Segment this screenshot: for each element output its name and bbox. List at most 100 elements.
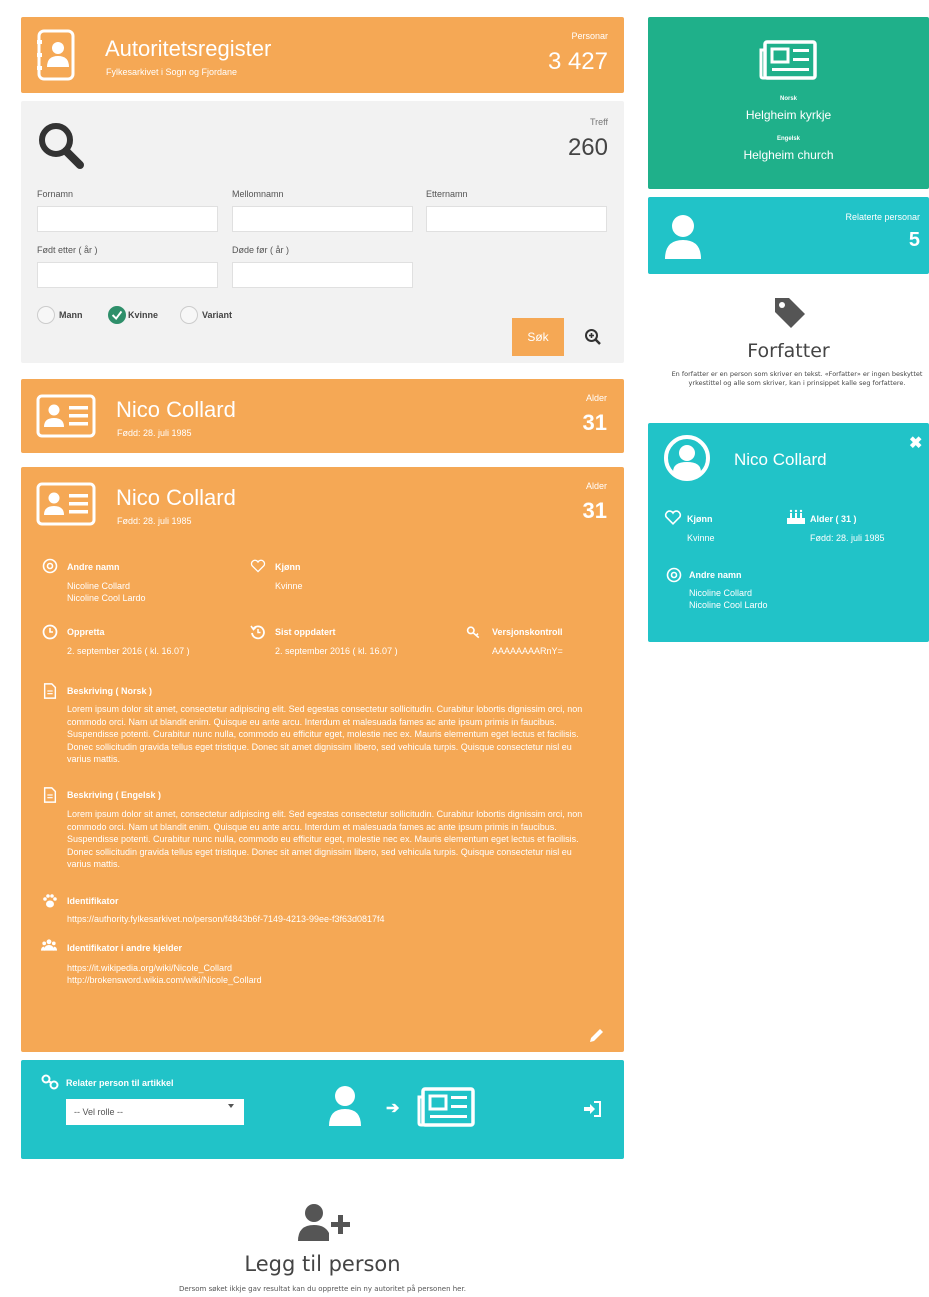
related-persons-label: Relaterte personar <box>845 212 920 222</box>
heart-icon <box>664 510 682 525</box>
beskriving-norsk-text: Lorem ipsum dolor sit amet, consectetur … <box>67 704 583 764</box>
identifikator-link[interactable]: https://authority.fylkesarkivet.no/perso… <box>67 913 385 925</box>
kjonn-label: Kjønn <box>275 562 301 572</box>
document-icon <box>43 683 57 699</box>
age-label: Alder <box>585 481 607 491</box>
id-card-icon <box>36 482 96 526</box>
article-card: Norsk Helgheim kyrkje Engelsk Helgheim c… <box>648 17 929 189</box>
role-title: Forfatter <box>747 340 830 362</box>
person-summary-card[interactable]: Nico Collard Fødd: 28. juli 1985 Alder 3… <box>21 379 624 453</box>
chevron-down-icon <box>228 1104 234 1108</box>
person-born: Fødd: 28. juli 1985 <box>117 516 192 526</box>
andre-kjelder-label: Identifikator i andre kjelder <box>67 943 183 953</box>
fodt-etter-input[interactable] <box>37 262 218 288</box>
authority-alder-value: Fødd: 28. juli 1985 <box>810 533 885 543</box>
authority-andre-namn-label: Andre namn <box>689 570 742 580</box>
user-icon <box>665 215 701 259</box>
related-persons-value: 5 <box>908 229 920 251</box>
oppdatert-label: Sist oppdatert <box>275 627 336 637</box>
close-icon[interactable]: ✖ <box>909 433 922 453</box>
andre-kjelder-link-1[interactable]: https://it.wikipedia.org/wiki/Nicole_Col… <box>67 962 232 974</box>
birthday-cake-icon <box>787 509 805 524</box>
related-persons-card[interactable]: Relaterte personar 5 <box>648 197 929 274</box>
user-circle-icon <box>664 435 710 481</box>
mellomnamn-input[interactable] <box>232 206 413 232</box>
oppretta-label: Oppretta <box>67 627 105 637</box>
relate-panel: Relater person til artikkel -- Vel rolle… <box>21 1060 624 1159</box>
role-description: En forfatter er en person som skriver en… <box>671 370 923 387</box>
user-icon <box>329 1086 361 1126</box>
beskriving-engelsk-label: Beskriving ( Engelsk ) <box>67 790 162 800</box>
versjon-value: AAAAAAAARnY= <box>492 646 563 656</box>
app-subtitle: Fylkesarkivet i Sogn og Fjordane <box>106 67 238 77</box>
gender-kvinne-radio[interactable] <box>108 306 126 324</box>
heart-icon <box>250 559 266 573</box>
kjonn-value: Kvinne <box>275 581 303 591</box>
identifikator-label: Identifikator <box>67 896 119 906</box>
document-icon <box>43 787 57 803</box>
authority-andre-namn-1: Nicoline Collard <box>689 588 753 598</box>
arrow-right-icon: ➔ <box>386 1100 400 1117</box>
person-name: Nico Collard <box>116 397 236 422</box>
authority-name: Nico Collard <box>734 450 827 469</box>
oppretta-value: 2. september 2016 ( kl. 16.07 ) <box>67 646 190 656</box>
add-person-text: Dersom søket ikkje gav resultat kan du o… <box>179 1285 466 1293</box>
link-icon <box>41 1074 59 1090</box>
app-header: Autoritetsregister Fylkesarkivet i Sogn … <box>21 17 624 93</box>
key-icon <box>466 626 480 639</box>
authority-andre-namn-2: Nicoline Cool Lardo <box>689 600 768 610</box>
authority-kjonn-value: Kvinne <box>687 533 715 543</box>
id-card-icon <box>36 394 96 438</box>
authority-card: Nico Collard ✖ Kjønn Kvinne Alder ( 31 )… <box>648 423 929 642</box>
article-norsk-label: Norsk <box>779 96 797 102</box>
pencil-icon[interactable] <box>587 1027 605 1045</box>
fornamn-input[interactable] <box>37 206 218 232</box>
gender-variant-label: Variant <box>202 310 233 320</box>
relate-title: Relater person til artikkel <box>66 1078 174 1088</box>
andre-namn-label: Andre namn <box>67 562 120 572</box>
clock-icon <box>42 624 58 640</box>
fornamn-label: Fornamn <box>37 189 74 199</box>
zoom-in-icon[interactable] <box>584 328 602 346</box>
article-engelsk-label: Engelsk <box>776 136 800 142</box>
dode-for-label: Døde før ( år ) <box>232 245 290 255</box>
andre-namn-1: Nicoline Collard <box>67 581 131 591</box>
gender-mann-label: Mann <box>59 310 83 320</box>
newspaper-icon <box>759 40 817 80</box>
add-user-icon[interactable] <box>297 1203 351 1243</box>
versjon-label: Versjonskontroll <box>492 627 563 637</box>
users-icon <box>41 939 57 951</box>
gender-mann-radio[interactable] <box>37 306 55 324</box>
person-count-label: Personar <box>571 31 608 41</box>
person-detail-card: Nico Collard Fødd: 28. juli 1985 Alder 3… <box>21 467 624 1052</box>
age-label: Alder <box>585 393 607 403</box>
age-value: 31 <box>582 410 607 435</box>
app-title: Autoritetsregister <box>105 36 272 61</box>
newspaper-icon <box>417 1087 475 1127</box>
role-select[interactable]: -- Vel rolle -- <box>66 1099 244 1125</box>
search-panel: Treff 260 Fornamn Mellomnamn Etternamn F… <box>21 101 624 363</box>
beskriving-norsk-label: Beskriving ( Norsk ) <box>67 686 153 696</box>
add-person-title[interactable]: Legg til person <box>21 1252 624 1276</box>
search-icon <box>39 123 84 169</box>
tag-icon <box>775 298 805 328</box>
dode-for-input[interactable] <box>232 262 413 288</box>
andre-kjelder-link-2[interactable]: http://brokensword.wikia.com/wiki/Nicole… <box>67 974 262 986</box>
mellomnamn-label: Mellomnamn <box>232 189 284 199</box>
at-sign-icon <box>666 567 682 583</box>
etternamn-input[interactable] <box>426 206 607 232</box>
hits-value: 260 <box>567 134 608 161</box>
search-button[interactable]: Søk <box>512 318 564 356</box>
etternamn-label: Etternamn <box>426 189 468 199</box>
hits-label: Treff <box>589 117 608 127</box>
article-norsk-title: Helgheim kyrkje <box>745 108 832 122</box>
authority-alder-label: Alder ( 31 ) <box>810 514 857 524</box>
fodt-etter-label: Født etter ( år ) <box>37 245 98 255</box>
gender-variant-radio[interactable] <box>180 306 198 324</box>
age-value: 31 <box>582 498 607 523</box>
paw-icon <box>43 894 57 908</box>
history-icon <box>250 625 265 640</box>
sign-in-icon[interactable] <box>584 1101 601 1117</box>
authority-kjonn-label: Kjønn <box>687 514 713 524</box>
gender-kvinne-label: Kvinne <box>128 310 159 320</box>
